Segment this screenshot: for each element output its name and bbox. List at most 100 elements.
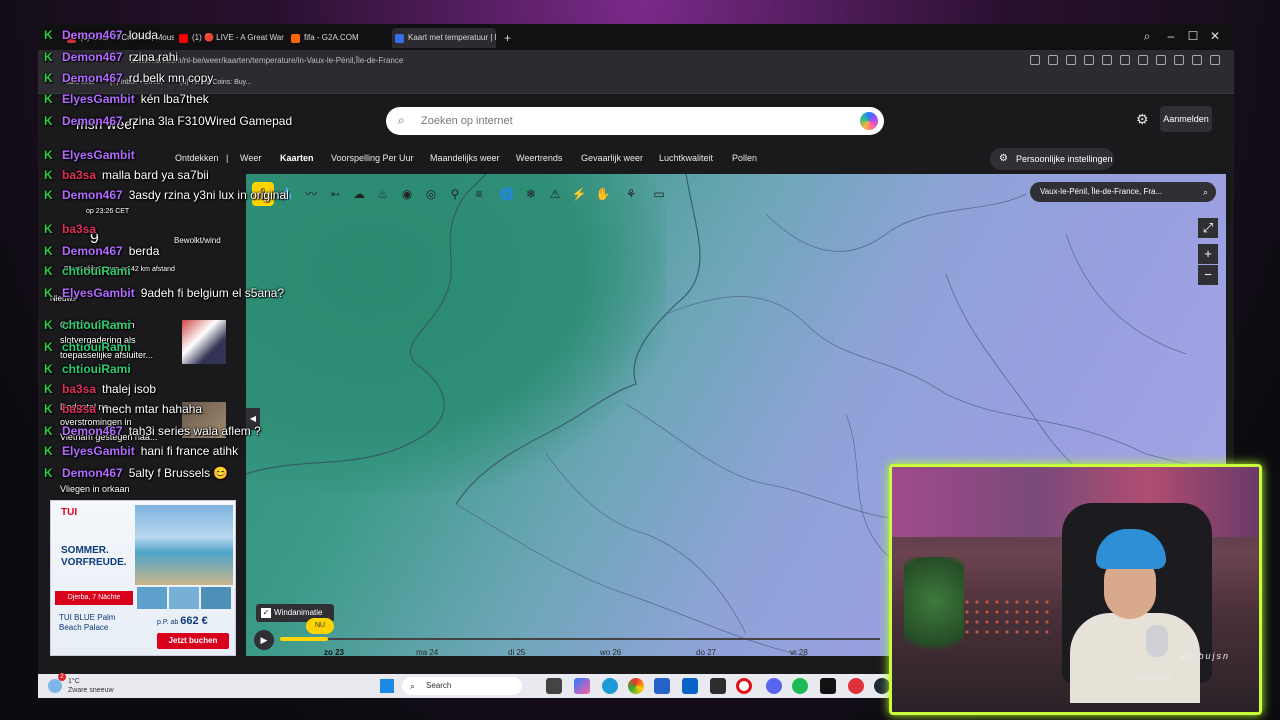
chat-username[interactable]: chtiouiRami [62, 264, 131, 278]
chat-username[interactable]: ba3sa [62, 222, 96, 236]
pollen-icon[interactable]: ⚘ [620, 182, 642, 206]
fog-icon[interactable]: ≡ [468, 182, 490, 206]
day-label[interactable]: wo 26 [600, 648, 621, 656]
minimize-icon[interactable]: – [1164, 29, 1178, 43]
store-icon[interactable] [654, 678, 670, 694]
vpn-icon[interactable] [1102, 55, 1112, 65]
chat-username[interactable]: ElyesGambit [62, 286, 135, 300]
chat-username[interactable]: Demon467 [62, 466, 123, 480]
day-label[interactable]: do 27 [696, 648, 716, 656]
steam-icon[interactable] [874, 678, 890, 694]
chat-username[interactable]: Demon467 [62, 114, 123, 128]
outlook-icon[interactable] [682, 678, 698, 694]
settings-icon[interactable] [1210, 55, 1220, 65]
expand-icon[interactable]: ⤢ [1198, 218, 1218, 238]
lightning-icon[interactable]: ⚡ [568, 182, 590, 206]
copilot-icon[interactable] [860, 112, 878, 130]
chat-icon[interactable]: ▭ [648, 182, 670, 206]
play-button[interactable]: ▶ [254, 630, 274, 650]
timeline-track[interactable] [280, 638, 880, 640]
personal-settings-button[interactable]: ⚙ Persoonlijke instellingen [990, 148, 1114, 170]
heart-icon[interactable] [1138, 55, 1148, 65]
tui-advertisement[interactable]: TUI SOMMER. VORFREUDE. Djerba, 7 Nächte … [50, 500, 236, 656]
search-placeholder: Zoeken op internet [421, 115, 513, 127]
tab-g2a[interactable]: fifa - G2A.COM [288, 28, 388, 48]
tui-logo: TUI [61, 507, 78, 518]
capcut-icon[interactable] [820, 678, 836, 694]
chat-username[interactable]: chtiouiRami [62, 318, 131, 332]
play-icon[interactable] [1120, 55, 1130, 65]
nav-voorspelling[interactable]: Voorspelling Per Uur [331, 153, 414, 163]
ad-cta-button[interactable]: Jetzt buchen [157, 633, 229, 649]
now-marker[interactable]: NU [306, 618, 334, 634]
profile-icon[interactable] [1192, 55, 1202, 65]
search-icon[interactable]: ⌕ [1140, 29, 1154, 44]
chat-username[interactable]: ElyesGambit [62, 148, 135, 162]
close-icon[interactable]: ✕ [1208, 29, 1222, 43]
taskbar-search[interactable]: ⌕ Search [402, 677, 522, 695]
share-icon[interactable] [1030, 55, 1040, 65]
shield-icon[interactable] [1066, 55, 1076, 65]
discord-icon[interactable] [766, 678, 782, 694]
chat-username[interactable]: Demon467 [62, 244, 123, 258]
edge-icon[interactable] [602, 678, 618, 694]
tab-msn-weather[interactable]: Kaart met temperatuur | M [392, 28, 496, 48]
terminal-icon[interactable] [710, 678, 726, 694]
chat-username[interactable]: Demon467 [62, 28, 123, 42]
camera-icon[interactable] [1048, 55, 1058, 65]
day-label[interactable]: vr 28 [790, 648, 808, 656]
checkbox-checked-icon[interactable]: ✓ [261, 608, 271, 618]
nav-luchtkwaliteit[interactable]: Luchtkwaliteit [659, 153, 713, 163]
wind-arrow-icon[interactable]: ➵ [324, 182, 346, 206]
warning-icon[interactable]: ⚠ [544, 182, 566, 206]
download-icon[interactable] [1156, 55, 1166, 65]
chat-username[interactable]: ElyesGambit [62, 92, 135, 106]
chat-username[interactable]: Demon467 [62, 424, 123, 438]
pressure-icon[interactable]: ◎ [420, 182, 442, 206]
chat-username[interactable]: chtiouiRami [62, 340, 131, 354]
signin-button[interactable]: Aanmelden [1160, 106, 1212, 132]
hurricane-icon[interactable]: 🌀 [496, 182, 518, 206]
pin-icon[interactable]: ⚲ [444, 182, 466, 206]
day-label[interactable]: di 25 [508, 648, 525, 656]
chat-username[interactable]: Demon467 [62, 71, 123, 85]
day-label[interactable]: ma 24 [416, 648, 438, 656]
file-explorer-icon[interactable] [546, 678, 562, 694]
zoom-out-button[interactable]: − [1198, 265, 1218, 285]
chat-username[interactable]: ElyesGambit [62, 444, 135, 458]
cloud-icon[interactable]: ☁ [348, 182, 370, 206]
chat-username[interactable]: ba3sa [62, 402, 96, 416]
menu-icon[interactable] [1174, 55, 1184, 65]
zoom-in-button[interactable]: + [1198, 244, 1218, 264]
opera-icon[interactable] [736, 678, 752, 694]
fire-icon[interactable]: ✋ [592, 182, 614, 206]
chrome-icon[interactable] [628, 678, 644, 694]
extension-icon[interactable] [1084, 55, 1094, 65]
chat-username[interactable]: Demon467 [62, 188, 123, 202]
nav-kaarten[interactable]: Kaarten [280, 153, 314, 163]
app-icon[interactable] [848, 678, 864, 694]
wind-icon[interactable]: 〰 [300, 182, 322, 206]
visibility-icon[interactable]: ◉ [396, 182, 418, 206]
nav-pollen[interactable]: Pollen [732, 153, 757, 163]
chat-username[interactable]: Demon467 [62, 50, 123, 64]
chat-username[interactable]: ba3sa [62, 382, 96, 396]
nav-maandelijks[interactable]: Maandelijks weer [430, 153, 500, 163]
nav-gevaarlijk[interactable]: Gevaarlijk weer [581, 153, 643, 163]
kick-badge-icon: K [44, 340, 53, 354]
snow-icon[interactable]: ❄ [520, 182, 542, 206]
day-label[interactable]: zo 23 [324, 648, 344, 656]
kick-badge-icon: K [44, 362, 53, 376]
copilot-icon[interactable] [574, 678, 590, 694]
web-search-box[interactable]: ⌕ Zoeken op internet [386, 107, 884, 135]
windows-start-icon[interactable] [380, 679, 394, 693]
humidity-icon[interactable]: ♨ [372, 182, 394, 206]
new-tab-button[interactable]: + [500, 28, 518, 48]
location-search[interactable]: Vaux-le-Pénil, Île-de-France, Fra... ⌕ [1030, 182, 1216, 202]
spotify-icon[interactable] [792, 678, 808, 694]
nav-weertrends[interactable]: Weertrends [516, 153, 562, 163]
chat-username[interactable]: chtiouiRami [62, 362, 131, 376]
chat-username[interactable]: ba3sa [62, 168, 96, 182]
gear-icon[interactable]: ⚙ [1136, 111, 1149, 128]
maximize-icon[interactable]: ☐ [1186, 29, 1200, 43]
